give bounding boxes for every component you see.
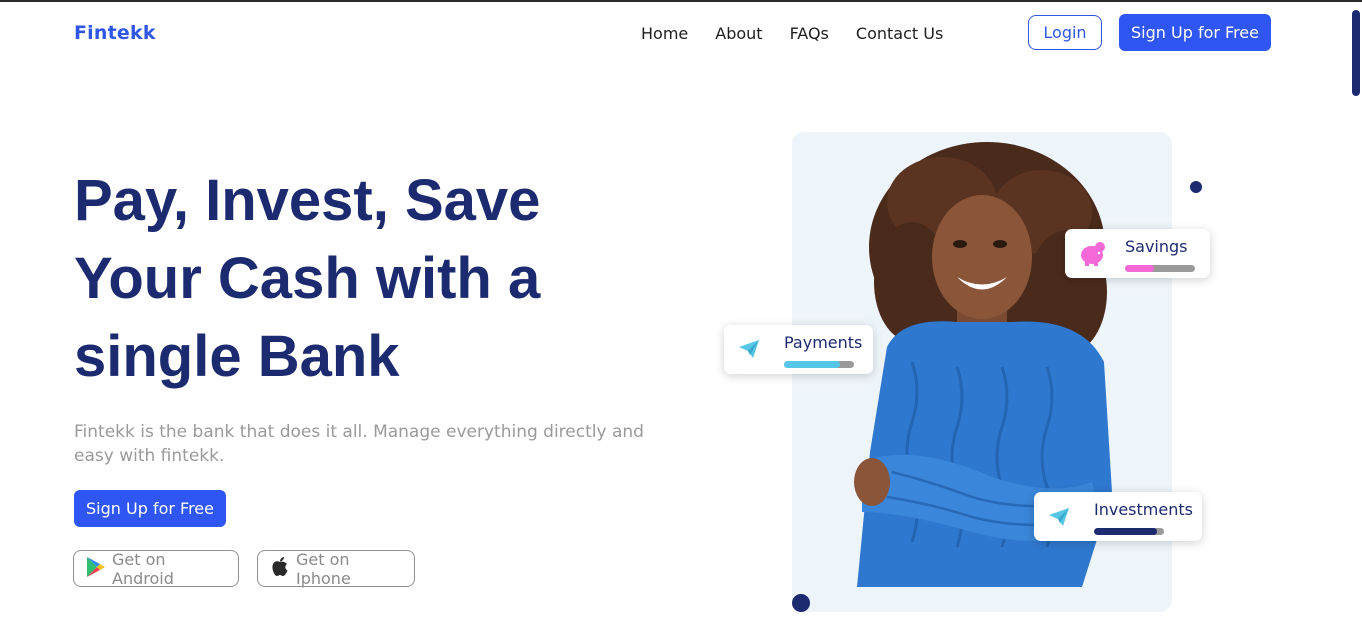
savings-progress-bar: [1125, 265, 1195, 272]
savings-card: Savings: [1065, 229, 1210, 278]
apple-icon: [270, 556, 290, 582]
nav-link-about[interactable]: About: [715, 24, 762, 43]
top-navbar: Fintekk Home About FAQs Contact Us Login…: [0, 2, 1350, 66]
paper-plane-icon: [1048, 507, 1070, 531]
get-on-android-button[interactable]: Get on Android: [73, 549, 239, 588]
google-play-icon: [86, 556, 106, 582]
hero-title-line-2: Your Cash with a: [74, 246, 541, 311]
payments-progress-fill: [784, 361, 840, 368]
hero-title-line-1: Pay, Invest, Save: [74, 168, 541, 233]
scrollbar[interactable]: [1350, 2, 1362, 625]
investments-card: Investments: [1034, 492, 1202, 541]
nav-links: Home About FAQs Contact Us: [641, 24, 943, 43]
payments-progress-bar: [784, 361, 854, 368]
hero-title: Pay, Invest, Save Your Cash with a singl…: [74, 162, 634, 396]
hero-title-line-3: single Bank: [74, 324, 400, 389]
nav-link-home[interactable]: Home: [641, 24, 688, 43]
investments-progress-fill: [1094, 528, 1157, 535]
hero-subtitle: Fintekk is the bank that does it all. Ma…: [74, 422, 644, 466]
hero-signup-button[interactable]: Sign Up for Free: [74, 490, 226, 527]
investments-label: Investments: [1094, 500, 1193, 519]
payments-label: Payments: [784, 333, 863, 352]
android-label: Get on Android: [112, 549, 174, 588]
iphone-label: Get on Iphone: [296, 549, 351, 588]
savings-progress-fill: [1125, 265, 1155, 272]
piggy-bank-icon: [1078, 240, 1106, 270]
paper-plane-icon: [738, 339, 760, 363]
decorative-dot-top: [1190, 181, 1202, 193]
nav-link-contact[interactable]: Contact Us: [856, 24, 943, 43]
nav-link-faqs[interactable]: FAQs: [790, 24, 829, 43]
payments-card: Payments: [724, 325, 873, 374]
nav-signup-button[interactable]: Sign Up for Free: [1119, 14, 1271, 51]
get-on-iphone-button[interactable]: Get on Iphone: [257, 549, 415, 588]
scrollbar-thumb[interactable]: [1352, 10, 1360, 96]
brand-logo[interactable]: Fintekk: [74, 22, 156, 44]
savings-label: Savings: [1125, 237, 1188, 256]
decorative-dot-bottom: [792, 594, 810, 612]
login-button[interactable]: Login: [1028, 15, 1102, 50]
investments-progress-bar: [1094, 528, 1164, 535]
